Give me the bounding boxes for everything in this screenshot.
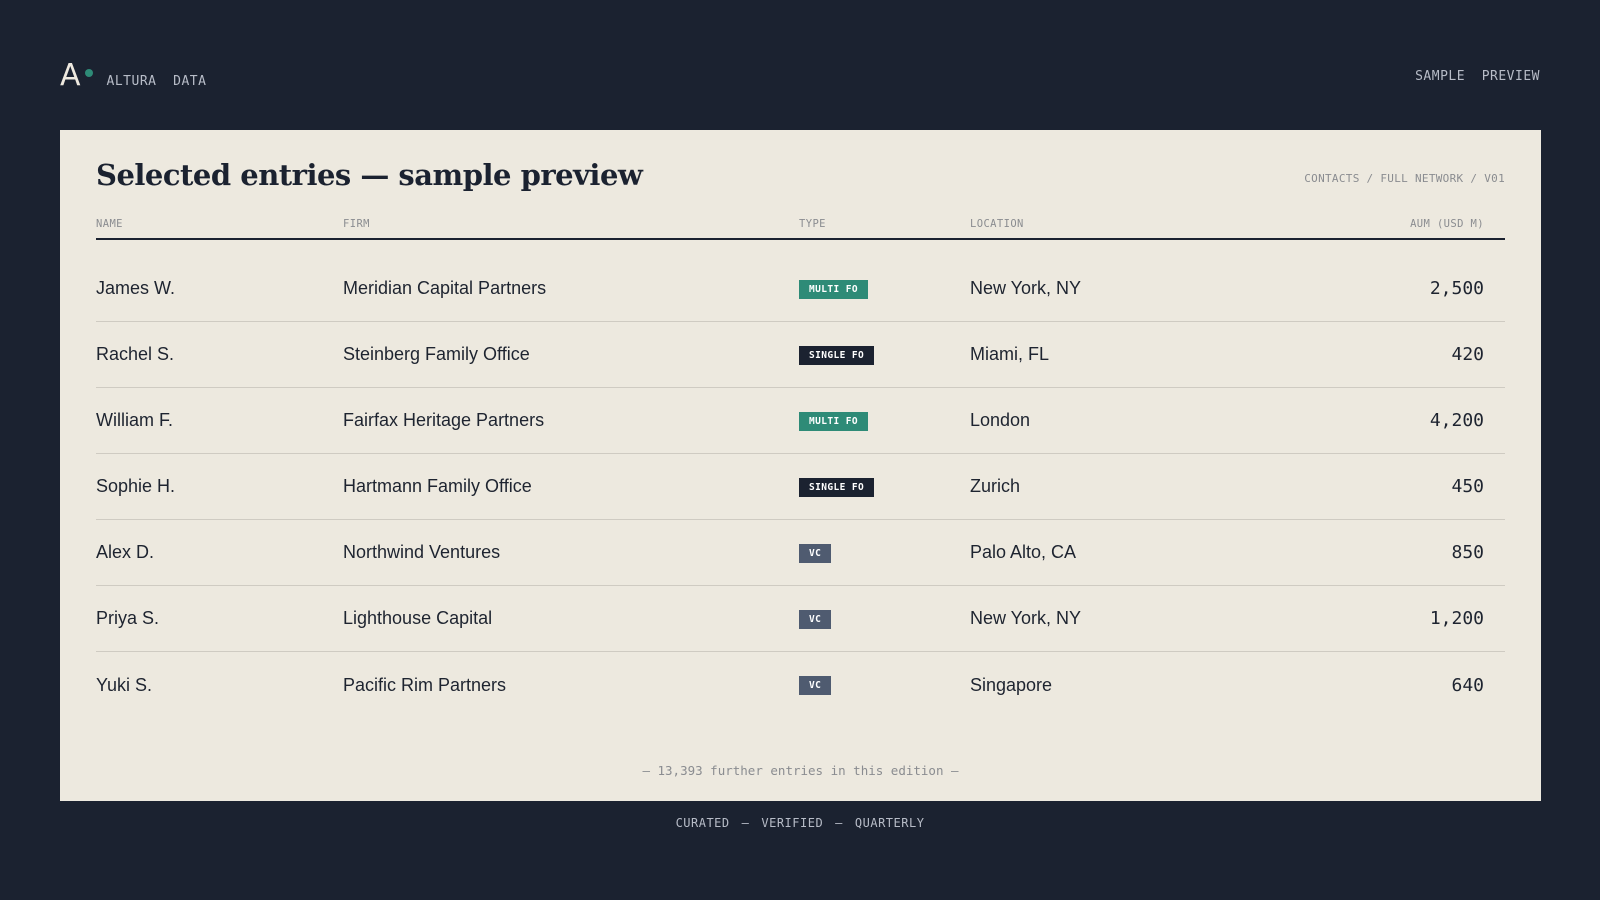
firm-cell: Fairfax Heritage Partners bbox=[343, 410, 545, 430]
entries-card: Selected entries — sample preview CONTAC… bbox=[60, 130, 1541, 801]
aum-value: 4,200 bbox=[1429, 410, 1484, 431]
table-row[interactable]: Alex D. Northwind Ventures VC Palo Alto, CA… bbox=[96, 520, 1505, 586]
column-header-type: TYPE bbox=[799, 218, 826, 230]
type-badge: VC bbox=[799, 609, 832, 629]
column-header-firm: FIRM bbox=[343, 218, 370, 230]
name-cell: James W. bbox=[96, 278, 176, 298]
page-title: Selected entries — sample preview bbox=[96, 158, 643, 192]
type-badge: SINGLE FO bbox=[799, 345, 875, 365]
type-badge: MULTI FO bbox=[799, 279, 868, 299]
table-row[interactable]: Rachel S. Steinberg Family Office SINGLE F… bbox=[96, 322, 1505, 388]
table-row[interactable]: Yuki S. Pacific Rim Partners VC Singapore 64… bbox=[96, 652, 1505, 718]
type-cell: SINGLE FO bbox=[799, 477, 970, 497]
aum-cell: 2,500 bbox=[1285, 278, 1505, 299]
name-cell: Rachel S. bbox=[96, 344, 175, 364]
sample-preview-label: SAMPLE PREVIEW bbox=[1415, 68, 1540, 84]
location-cell: New York, NY bbox=[970, 278, 1082, 298]
column-header-location: LOCATION bbox=[970, 218, 1024, 230]
brand-name: ALTURA DATA bbox=[106, 74, 207, 89]
firm-cell: Northwind Ventures bbox=[343, 542, 501, 562]
table-header: NAME FIRM TYPE LOCATION AUM (USD M) bbox=[96, 218, 1505, 240]
logo-letter: A bbox=[60, 58, 81, 93]
tagline-word: QUARTERLY bbox=[854, 816, 925, 830]
logo: A bbox=[60, 61, 93, 91]
tagline-word: CURATED bbox=[675, 816, 730, 830]
aum-cell: 420 bbox=[1285, 344, 1505, 365]
firm-cell: Meridian Capital Partners bbox=[343, 278, 547, 298]
location-cell: London bbox=[970, 410, 1031, 430]
aum-value: 640 bbox=[1451, 674, 1484, 696]
aum-cell: 4,200 bbox=[1285, 410, 1505, 431]
location-cell: Palo Alto, CA bbox=[970, 542, 1077, 562]
aum-cell: 1,200 bbox=[1285, 608, 1505, 629]
column-header-name: NAME bbox=[96, 218, 123, 230]
type-badge: SINGLE FO bbox=[799, 477, 875, 497]
aum-value: 450 bbox=[1451, 476, 1484, 497]
tagline-separator: — bbox=[741, 816, 750, 830]
location-cell: Singapore bbox=[970, 674, 1053, 695]
firm-cell: Pacific Rim Partners bbox=[343, 674, 507, 695]
type-cell: VC bbox=[799, 609, 970, 629]
breadcrumb: CONTACTS / FULL NETWORK / V01 bbox=[1304, 171, 1505, 185]
aum-cell: 450 bbox=[1285, 476, 1505, 497]
name-cell: Alex D. bbox=[96, 542, 155, 562]
type-cell: VC bbox=[799, 543, 970, 563]
table-body: James W. Meridian Capital Partners MULTI F… bbox=[96, 256, 1505, 718]
aum-value: 850 bbox=[1451, 542, 1484, 563]
name-cell: William F. bbox=[96, 410, 173, 430]
top-bar: A ALTURA DATA SAMPLE PREVIEW bbox=[60, 56, 1540, 96]
aum-value: 1,200 bbox=[1429, 608, 1484, 629]
type-badge: VC bbox=[799, 676, 832, 695]
name-cell: Yuki S. bbox=[96, 674, 153, 695]
tagline: CURATED — VERIFIED — QUARTERLY bbox=[0, 816, 1600, 830]
table-row[interactable]: Priya S. Lighthouse Capital VC New York, NY… bbox=[96, 586, 1505, 652]
location-cell: Zurich bbox=[970, 476, 1021, 496]
further-entries-note: — 13,393 further entries in this edition… bbox=[642, 763, 959, 778]
column-header-aum: AUM (USD M) bbox=[1410, 218, 1484, 230]
table-row[interactable]: Sophie H. Hartmann Family Office SINGLE FO… bbox=[96, 454, 1505, 520]
tagline-word: VERIFIED bbox=[761, 816, 824, 830]
aum-value: 2,500 bbox=[1429, 278, 1484, 299]
aum-cell: 850 bbox=[1285, 542, 1505, 563]
type-badge: MULTI FO bbox=[799, 411, 868, 431]
type-badge: VC bbox=[799, 543, 832, 563]
aum-cell: 640 bbox=[1285, 675, 1505, 696]
firm-cell: Steinberg Family Office bbox=[343, 344, 530, 364]
card-header: Selected entries — sample preview CONTAC… bbox=[96, 158, 1505, 192]
table-row[interactable]: William F. Fairfax Heritage Partners MULTI… bbox=[96, 388, 1505, 454]
name-cell: Priya S. bbox=[96, 608, 160, 628]
location-cell: New York, NY bbox=[970, 608, 1082, 628]
logo-dot-icon bbox=[84, 69, 93, 77]
aum-value: 420 bbox=[1451, 344, 1484, 365]
firm-cell: Hartmann Family Office bbox=[343, 476, 532, 496]
type-cell: MULTI FO bbox=[799, 279, 970, 299]
brand[interactable]: A ALTURA DATA bbox=[60, 61, 206, 91]
name-cell: Sophie H. bbox=[96, 476, 176, 496]
tagline-separator: — bbox=[835, 816, 843, 830]
type-cell: SINGLE FO bbox=[799, 345, 970, 365]
location-cell: Miami, FL bbox=[970, 344, 1050, 364]
type-cell: MULTI FO bbox=[799, 411, 970, 431]
table-row[interactable]: James W. Meridian Capital Partners MULTI F… bbox=[96, 256, 1505, 322]
type-cell: VC bbox=[799, 675, 970, 695]
firm-cell: Lighthouse Capital bbox=[343, 608, 493, 628]
entries-table: NAME FIRM TYPE LOCATION AUM (USD M) Jame… bbox=[96, 218, 1505, 718]
